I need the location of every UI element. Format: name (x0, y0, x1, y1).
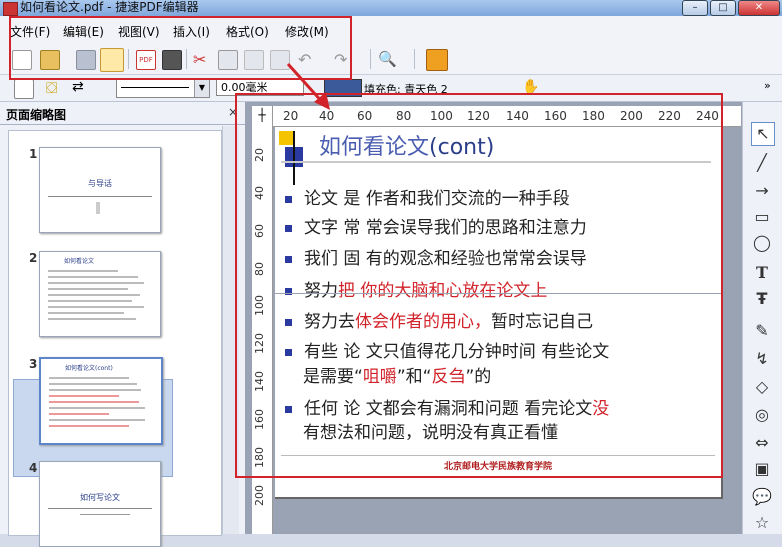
title-rule (281, 161, 711, 163)
thumbnail-list: 1 与导话 2 如何看论文 3 如何看论文(cont) 4 如何写论文 (8, 130, 222, 547)
title-bar: 如何看论文.pdf - 捷速PDF编辑器 – □ ✕ (0, 0, 782, 16)
double-arrow-icon[interactable]: ⇔ (751, 432, 773, 454)
page-thumbnail-1[interactable]: 与导话 (39, 147, 161, 233)
hand-tool-icon[interactable]: ✋ (522, 79, 540, 97)
convert-icon[interactable] (426, 49, 448, 71)
text-tool-icon[interactable]: T (751, 262, 773, 284)
bullet-2[interactable]: 文字 常 常会误导我们的思路和注意力 (285, 217, 587, 239)
redo-icon[interactable]: ↷ (334, 50, 352, 69)
vertical-ruler: 20 40 60 80 100 120 140 160 180 200 (252, 126, 273, 534)
page-thumbnail-4[interactable]: 如何写论文 (39, 461, 161, 547)
fill-bucket-icon[interactable]: ⛋ (46, 79, 64, 97)
slide-deco-yellow (279, 131, 293, 145)
app-icon (3, 2, 18, 16)
bullet-3[interactable]: 我们 固 有的观念和经验也常常会误导 (285, 248, 587, 270)
minimize-button[interactable]: – (682, 0, 708, 16)
connector-tool-icon[interactable]: ↯ (751, 348, 773, 370)
menu-file[interactable]: 文件(F) (10, 23, 50, 40)
maximize-button[interactable]: □ (710, 0, 736, 16)
bullet-6-cont[interactable]: 是需要“咀嚼”和“反刍”的 (303, 366, 491, 388)
bullet-4[interactable]: 努力把 你的大脑和心放在论文上 (285, 280, 547, 302)
close-button[interactable]: ✕ (738, 0, 780, 16)
callout-tool-icon[interactable]: 💬 (751, 486, 773, 508)
bullet-5[interactable]: 努力去体会作者的用心，暂时忘记自己 (285, 311, 593, 333)
pdf-page[interactable]: 如何看论文(cont) 论文 是 作者和我们交流的一种手段 文字 常 常会误导我… (275, 127, 723, 499)
menu-view[interactable]: 视图(V) (118, 23, 160, 40)
panel-title: 页面缩略图 (6, 108, 67, 122)
arrow-tool-icon[interactable]: → (751, 180, 773, 202)
bullet-6[interactable]: 有些 论 文只值得花几分钟时间 有些论文 (285, 341, 609, 363)
find-icon[interactable]: 🔍 (378, 50, 397, 68)
menu-insert[interactable]: 插入(I) (173, 23, 210, 40)
save-icon[interactable] (76, 50, 96, 70)
page-footer: 北京邮电大学民族教育学院 (443, 462, 552, 472)
main-toolbar: PDF ✂ ↶ ↷ 🔍 (0, 44, 782, 75)
annotation-arrow-icon (286, 62, 330, 110)
guide-line (275, 293, 721, 294)
select-arrow-icon[interactable]: ↖ (751, 122, 775, 146)
star-tool-icon[interactable]: ☆ (751, 512, 773, 534)
fill-color-label: 填充色: 青天色 2 (364, 83, 448, 96)
thumbnail-scrollbar[interactable] (222, 126, 239, 534)
thumbnail-panel: 页面缩略图 × 1 与导话 2 如何看论文 3 如何看论文(cont) 4 如何… (0, 102, 245, 547)
panel-close-icon[interactable]: × (228, 105, 238, 119)
bullet-7[interactable]: 任何 论 文都会有漏洞和问题 看完论文没 (285, 398, 609, 420)
window-title: 如何看论文.pdf - 捷速PDF编辑器 (20, 0, 199, 14)
print-icon[interactable] (162, 50, 182, 70)
paste-icon[interactable] (244, 50, 264, 70)
menu-edit[interactable]: 编辑(E) (63, 23, 104, 40)
overflow-chevron-icon[interactable]: » (764, 79, 771, 92)
format-toolbar: ⛋ ⇄ ▼ 0.00毫米 填充色: 青天色 2 ✋ » (0, 75, 782, 102)
menu-format[interactable]: 格式(O) (226, 23, 269, 40)
align-icon[interactable] (14, 79, 34, 99)
copy-icon[interactable] (218, 50, 238, 70)
menu-bar: 文件(F) 编辑(E) 视图(V) 插入(I) 格式(O) 修改(M) (0, 16, 782, 44)
page-title[interactable]: 如何看论文(cont) (319, 129, 494, 161)
diamond-tool-icon[interactable]: ◇ (751, 376, 773, 398)
page-thumbnail-2[interactable]: 如何看论文 (39, 251, 161, 337)
new-file-icon[interactable] (12, 50, 32, 70)
horizontal-ruler: 20 40 60 80 100 120 140 160 180 200 220 … (273, 106, 741, 127)
line-style-icon[interactable]: ⇄ (72, 79, 90, 97)
ruler-corner: ┼ (252, 106, 273, 127)
box-tool-icon[interactable]: ▣ (751, 458, 773, 480)
menu-modify[interactable]: 修改(M) (285, 23, 329, 40)
bullet-1[interactable]: 论文 是 作者和我们交流的一种手段 (285, 188, 570, 210)
edit-mode-icon[interactable] (100, 48, 124, 72)
vertical-text-icon[interactable]: Ŧ (751, 288, 773, 310)
bullet-7-cont[interactable]: 有想法和问题，说明没有真正看懂 (303, 422, 558, 444)
cut-icon[interactable]: ✂ (193, 50, 211, 69)
rectangle-tool-icon[interactable]: ▭ (751, 206, 773, 228)
export-pdf-icon[interactable]: PDF (136, 50, 156, 70)
open-folder-icon[interactable] (40, 50, 60, 70)
line-pattern-select[interactable]: ▼ (116, 78, 210, 98)
page-thumbnail-3[interactable]: 如何看论文(cont) (39, 357, 163, 445)
drawing-tools: ↖ ╱ → ▭ ◯ T Ŧ ✎ ↯ ◇ ◎ ⇔ ▣ 💬 ☆ (742, 102, 782, 534)
text-cursor (293, 131, 295, 185)
line-tool-icon[interactable]: ╱ (751, 152, 773, 174)
pen-tool-icon[interactable]: ✎ (751, 320, 773, 342)
circle-shape-icon[interactable]: ◎ (751, 404, 773, 426)
ellipse-tool-icon[interactable]: ◯ (751, 232, 773, 254)
